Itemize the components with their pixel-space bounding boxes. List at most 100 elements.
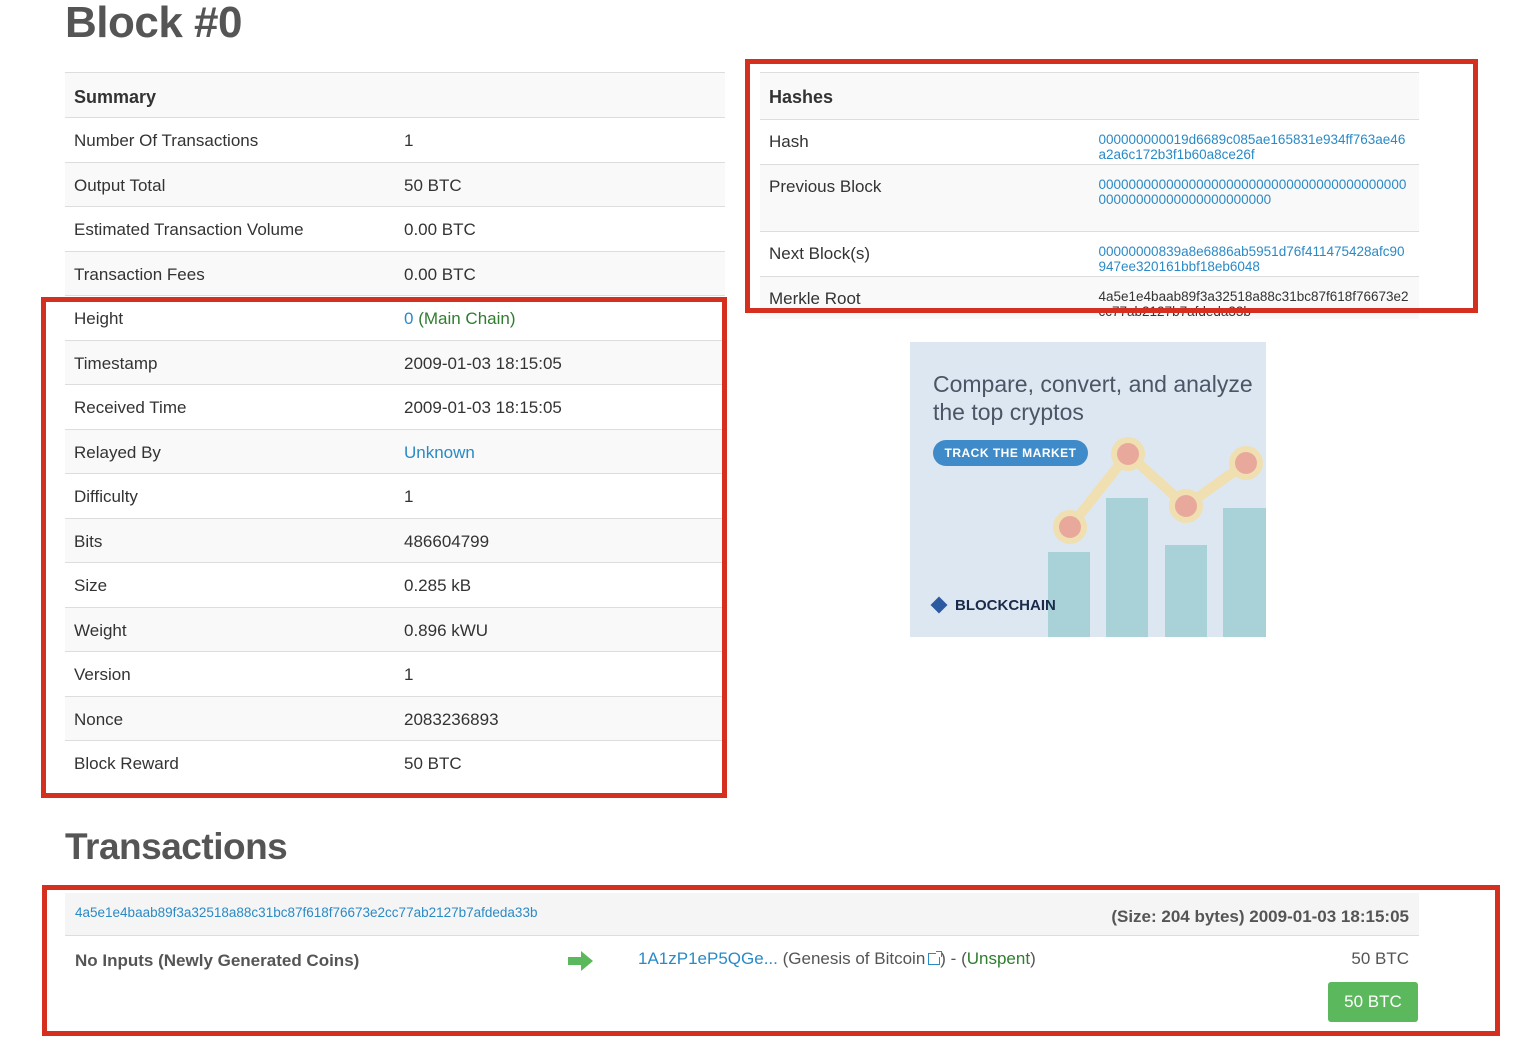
table-row: Output Total 50 BTC — [65, 161, 725, 207]
table-row: Number Of Transactions 1 — [65, 117, 725, 162]
weight-value: 0.896 kWU — [395, 606, 725, 652]
table-row: Estimated Transaction Volume 0.00 BTC — [65, 206, 725, 251]
advertisement-banner[interactable]: Compare, convert, and analyze the top cr… — [910, 342, 1266, 637]
row-label: Number Of Transactions — [65, 117, 395, 162]
output-label-pre: (Genesis of Bitcoin — [782, 949, 926, 968]
merkle-root-label: Merkle Root — [760, 276, 1090, 319]
relayed-by-row: Relayed By Unknown — [65, 428, 725, 474]
track-market-button[interactable]: TRACK THE MARKET — [933, 440, 1088, 466]
next-block-value: 00000000839a8e6886ab5951d76f411475428afc… — [1089, 231, 1419, 277]
height-link[interactable]: 0 — [404, 309, 413, 328]
row-value: 1 — [395, 117, 725, 162]
size-label: Size — [65, 562, 395, 607]
ad-bar — [1223, 508, 1266, 637]
size-value: 0.285 kB — [395, 562, 725, 607]
ad-bar — [1106, 498, 1148, 637]
summary-table: Summary Number Of Transactions 1 Output … — [65, 72, 725, 785]
output-label-post: ) — [1030, 949, 1036, 968]
relayed-by-label: Relayed By — [65, 428, 395, 474]
row-value: 0.00 BTC — [395, 250, 725, 296]
relayed-by-link[interactable]: Unknown — [404, 443, 475, 462]
weight-row: Weight 0.896 kWU — [65, 606, 725, 652]
transactions-title: Transactions — [65, 826, 288, 867]
merkle-root-row: Merkle Root 4a5e1e4baab89f3a32518a88c31b… — [760, 276, 1419, 319]
timestamp-label: Timestamp — [65, 339, 395, 385]
merkle-root-value: 4a5e1e4baab89f3a32518a88c31bc87f618f7667… — [1089, 276, 1419, 319]
row-label: Estimated Transaction Volume — [65, 206, 395, 251]
hash-value: 000000000019d6689c085ae165831e934ff763ae… — [1089, 119, 1419, 165]
output-amount: 50 BTC — [1351, 949, 1409, 968]
output-label-mid: ) - ( — [940, 949, 967, 968]
ad-point — [1235, 452, 1257, 474]
next-block-link[interactable]: 00000000839a8e6886ab5951d76f411475428afc… — [1099, 244, 1405, 274]
transaction-inputs: No Inputs (Newly Generated Coins) — [75, 951, 360, 970]
size-row: Size 0.285 kB — [65, 562, 725, 607]
height-label: Height — [65, 295, 395, 340]
received-time-value: 2009-01-03 18:15:05 — [395, 384, 725, 429]
difficulty-row: Difficulty 1 — [65, 473, 725, 518]
hashes-header-row: Hashes — [760, 72, 1419, 120]
next-block-label: Next Block(s) — [760, 231, 1090, 277]
ad-brand-name: BLOCKCHAIN — [955, 597, 1056, 614]
transaction-header: 4a5e1e4baab89f3a32518a88c31bc87f618f7667… — [65, 893, 1419, 936]
ad-point — [1117, 443, 1139, 465]
row-label: Output Total — [65, 161, 395, 207]
received-time-row: Received Time 2009-01-03 18:15:05 — [65, 384, 725, 429]
transaction-output: 1A1zP1eP5QGe... (Genesis of Bitcoin ) - (… — [638, 949, 1036, 969]
summary-header-row: Summary — [65, 72, 725, 118]
transaction-meta: (Size: 204 bytes) 2009-01-03 18:15:05 — [1111, 907, 1409, 926]
ad-point — [1059, 516, 1081, 538]
received-time-label: Received Time — [65, 384, 395, 429]
bits-row: Bits 486604799 — [65, 517, 725, 563]
previous-block-label: Previous Block — [760, 164, 1090, 232]
ad-brand: BLOCKCHAIN — [930, 596, 1056, 614]
relayed-by-value: Unknown — [395, 428, 725, 474]
block-reward-value: 50 BTC — [395, 740, 725, 785]
difficulty-value: 1 — [395, 473, 725, 518]
previous-block-value: 0000000000000000000000000000000000000000… — [1089, 164, 1419, 232]
timestamp-value: 2009-01-03 18:15:05 — [395, 339, 725, 385]
height-value: 0 (Main Chain) — [395, 295, 725, 340]
output-status: Unspent — [966, 949, 1031, 968]
weight-label: Weight — [65, 606, 395, 652]
version-value: 1 — [395, 651, 725, 696]
difficulty-label: Difficulty — [65, 473, 395, 518]
hash-link[interactable]: 000000000019d6689c085ae165831e934ff763ae… — [1099, 132, 1406, 162]
previous-block-row: Previous Block 0000000000000000000000000… — [760, 164, 1419, 232]
bits-value: 486604799 — [395, 517, 725, 563]
arrow-right-icon — [568, 951, 593, 971]
row-label: Transaction Fees — [65, 250, 395, 296]
hashes-header: Hashes — [760, 72, 1419, 120]
output-address-link[interactable]: 1A1zP1eP5QGe... — [638, 949, 778, 968]
hash-row: Hash 000000000019d6689c085ae165831e934ff… — [760, 119, 1419, 165]
hash-label: Hash — [760, 119, 1090, 165]
transaction-hash-link[interactable]: 4a5e1e4baab89f3a32518a88c31bc87f618f7667… — [75, 905, 537, 920]
ad-point — [1175, 495, 1197, 517]
transaction-total-badge[interactable]: 50 BTC — [1328, 982, 1418, 1022]
summary-header: Summary — [65, 72, 725, 118]
ad-bar — [1165, 545, 1207, 637]
main-chain-label: (Main Chain) — [418, 309, 516, 328]
previous-block-link[interactable]: 0000000000000000000000000000000000000000… — [1099, 177, 1407, 207]
timestamp-row: Timestamp 2009-01-03 18:15:05 — [65, 339, 725, 385]
row-value: 50 BTC — [395, 161, 725, 207]
row-value: 0.00 BTC — [395, 206, 725, 251]
nonce-label: Nonce — [65, 695, 395, 741]
transaction-body: No Inputs (Newly Generated Coins) 1A1zP1… — [65, 936, 1419, 1031]
next-block-row: Next Block(s) 00000000839a8e6886ab5951d7… — [760, 231, 1419, 277]
page-title: Block #0 — [65, 0, 242, 47]
block-reward-row: Block Reward 50 BTC — [65, 740, 725, 785]
ad-trend-line — [1066, 449, 1249, 531]
hashes-table: Hashes Hash 000000000019d6689c085ae16583… — [760, 72, 1419, 319]
ad-headline: Compare, convert, and analyze the top cr… — [933, 371, 1253, 425]
height-row: Height 0 (Main Chain) — [65, 295, 725, 340]
version-row: Version 1 — [65, 651, 725, 696]
version-label: Version — [65, 651, 395, 696]
nonce-value: 2083236893 — [395, 695, 725, 741]
table-row: Transaction Fees 0.00 BTC — [65, 250, 725, 296]
block-reward-label: Block Reward — [65, 740, 395, 785]
bits-label: Bits — [65, 517, 395, 563]
ad-bar — [1048, 552, 1090, 637]
nonce-row: Nonce 2083236893 — [65, 695, 725, 741]
external-link-icon[interactable] — [928, 951, 943, 965]
